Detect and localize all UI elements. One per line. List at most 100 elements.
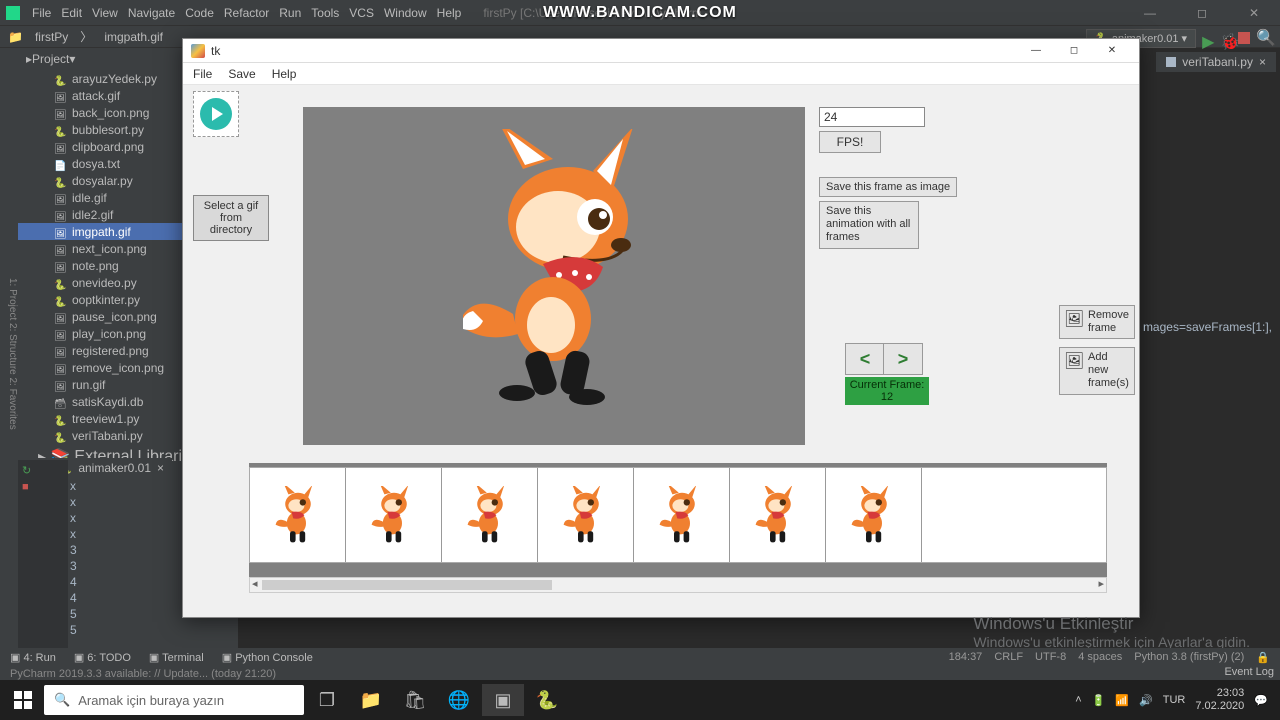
chevron-up-icon[interactable]: ˄ [1075,694,1081,706]
tree-item-label: pause_icon.png [72,310,157,324]
chrome-icon[interactable]: 🌐 [438,684,480,716]
ide-menu-run[interactable]: Run [279,6,301,20]
bottom-tab[interactable]: ▣ 4: Run [10,651,56,664]
lock-icon[interactable]: 🔒 [1256,651,1270,664]
breadcrumb-file[interactable]: imgpath.gif [98,28,169,46]
frame-timeline [249,463,1107,593]
tk-maximize-button[interactable]: ◻ [1055,40,1093,62]
close-icon[interactable]: × [157,461,164,475]
taskbar-clock[interactable]: 23:037.02.2020 [1195,687,1244,713]
stop-icon[interactable] [1238,32,1250,44]
timeline-frame[interactable] [442,468,538,562]
ide-menu-tools[interactable]: Tools [311,6,339,20]
timeline-frame[interactable] [538,468,634,562]
pycharm-taskbar-icon[interactable]: ▣ [482,684,524,716]
tk-title-text: tk [211,44,220,58]
add-frame-button[interactable]: Add new frame(s) [1059,347,1135,395]
folder-icon: 📁 [8,30,23,44]
debug-icon[interactable]: 🐞 [1220,32,1232,44]
left-tool-tabs[interactable]: 1: Project 2: Structure 2: Favorites [0,48,18,660]
ide-menu-file[interactable]: File [32,6,51,20]
py-file-icon [54,294,66,306]
close-button[interactable]: ✕ [1234,6,1274,20]
tk-menubar: File Save Help [183,63,1139,85]
update-notice[interactable]: PyCharm 2019.3.3 available: // Update...… [0,667,1280,681]
timeline-frame[interactable] [346,468,442,562]
bottom-tab[interactable]: ▣ Python Console [222,651,313,664]
play-button[interactable] [193,91,239,137]
save-animation-button[interactable]: Save this animation with all frames [819,201,919,249]
tk-titlebar[interactable]: tk — ◻ ✕ [183,39,1139,63]
frame-thumbnail [562,486,610,546]
stop-icon[interactable]: ■ [22,481,64,495]
taskbar-search[interactable]: 🔍Aramak için buraya yazın [44,685,304,715]
minimize-button[interactable]: — [1130,6,1170,20]
timeline-frame[interactable] [826,468,922,562]
select-gif-button[interactable]: Select a gif from directory [193,195,269,241]
tk-menu-file[interactable]: File [193,67,212,81]
store-icon[interactable]: 🛍 [394,684,436,716]
img-file-icon [54,345,66,357]
timeline-frame[interactable] [634,468,730,562]
tk-menu-help[interactable]: Help [272,67,297,81]
ide-menu-navigate[interactable]: Navigate [128,6,175,20]
tree-item-label: treeview1.py [72,412,139,426]
bottom-tab[interactable]: ▣ 6: TODO [74,651,131,664]
event-log-link[interactable]: Event Log [1224,666,1274,678]
system-tray[interactable]: ˄ 🔋 📶 🔊 TUR 23:037.02.2020 💬 [1075,687,1276,713]
py-file-icon [54,277,66,289]
timeline-frame[interactable] [730,468,826,562]
volume-icon[interactable]: 🔊 [1139,694,1153,707]
breadcrumb-project[interactable]: firstPy [29,28,74,46]
file-explorer-icon[interactable]: 📁 [350,684,392,716]
bottom-tab[interactable]: ▣ Terminal [149,651,204,664]
ide-menu-refactor[interactable]: Refactor [224,6,269,20]
preview-canvas [303,107,805,445]
img-file-icon [54,260,66,272]
fps-input[interactable] [819,107,925,127]
ide-menu-help[interactable]: Help [437,6,462,20]
close-icon[interactable]: × [1259,55,1266,69]
ide-menu-vcs[interactable]: VCS [349,6,374,20]
ide-menu-window[interactable]: Window [384,6,427,20]
tk-minimize-button[interactable]: — [1017,40,1055,62]
play-icon [212,107,223,121]
current-frame-label: Current Frame: 12 [845,377,929,405]
tree-item-label: arayuzYedek.py [72,72,157,86]
img-file-icon [54,226,66,238]
wifi-icon[interactable]: 📶 [1115,694,1129,707]
img-file-icon [54,192,66,204]
remove-frame-button[interactable]: Remove frame [1059,305,1135,339]
notifications-icon[interactable]: 💬 [1254,694,1268,707]
tree-item-label: back_icon.png [72,106,149,120]
python-taskbar-icon[interactable]: 🐍 [526,684,568,716]
battery-icon[interactable]: 🔋 [1092,694,1106,707]
tk-window: tk — ◻ ✕ File Save Help Select a gif from … [182,38,1140,618]
save-frame-button[interactable]: Save this frame as image [819,177,957,197]
fps-button[interactable]: FPS! [819,131,881,153]
language-indicator[interactable]: TUR [1163,694,1186,706]
ide-menu-code[interactable]: Code [185,6,214,20]
frame-thumbnail [466,486,514,546]
task-view-icon[interactable]: ❐ [306,684,348,716]
timeline-frame[interactable] [250,468,346,562]
start-button[interactable] [4,684,42,716]
tree-item-label: satisKaydi.db [72,395,143,409]
tree-item-label: ooptkinter.py [72,293,140,307]
tk-menu-save[interactable]: Save [228,67,255,81]
next-frame-button[interactable]: > [883,343,923,375]
search-icon[interactable]: 🔍 [1256,28,1276,48]
scrollbar-thumb[interactable] [262,580,552,590]
run-icon[interactable]: ▶ [1202,32,1214,44]
py-file-icon [54,73,66,85]
ide-menu-view[interactable]: View [92,6,118,20]
rerun-icon[interactable]: ↻ [22,464,64,478]
prev-frame-button[interactable]: < [845,343,885,375]
ide-menu-edit[interactable]: Edit [61,6,82,20]
txt-file-icon [54,158,66,170]
timeline-scrollbar[interactable] [249,577,1107,593]
maximize-button[interactable]: ◻ [1182,6,1222,20]
tree-item-label: onevideo.py [72,276,137,290]
editor-tab[interactable]: veriTabani.py× [1156,52,1276,72]
tk-close-button[interactable]: ✕ [1093,40,1131,62]
